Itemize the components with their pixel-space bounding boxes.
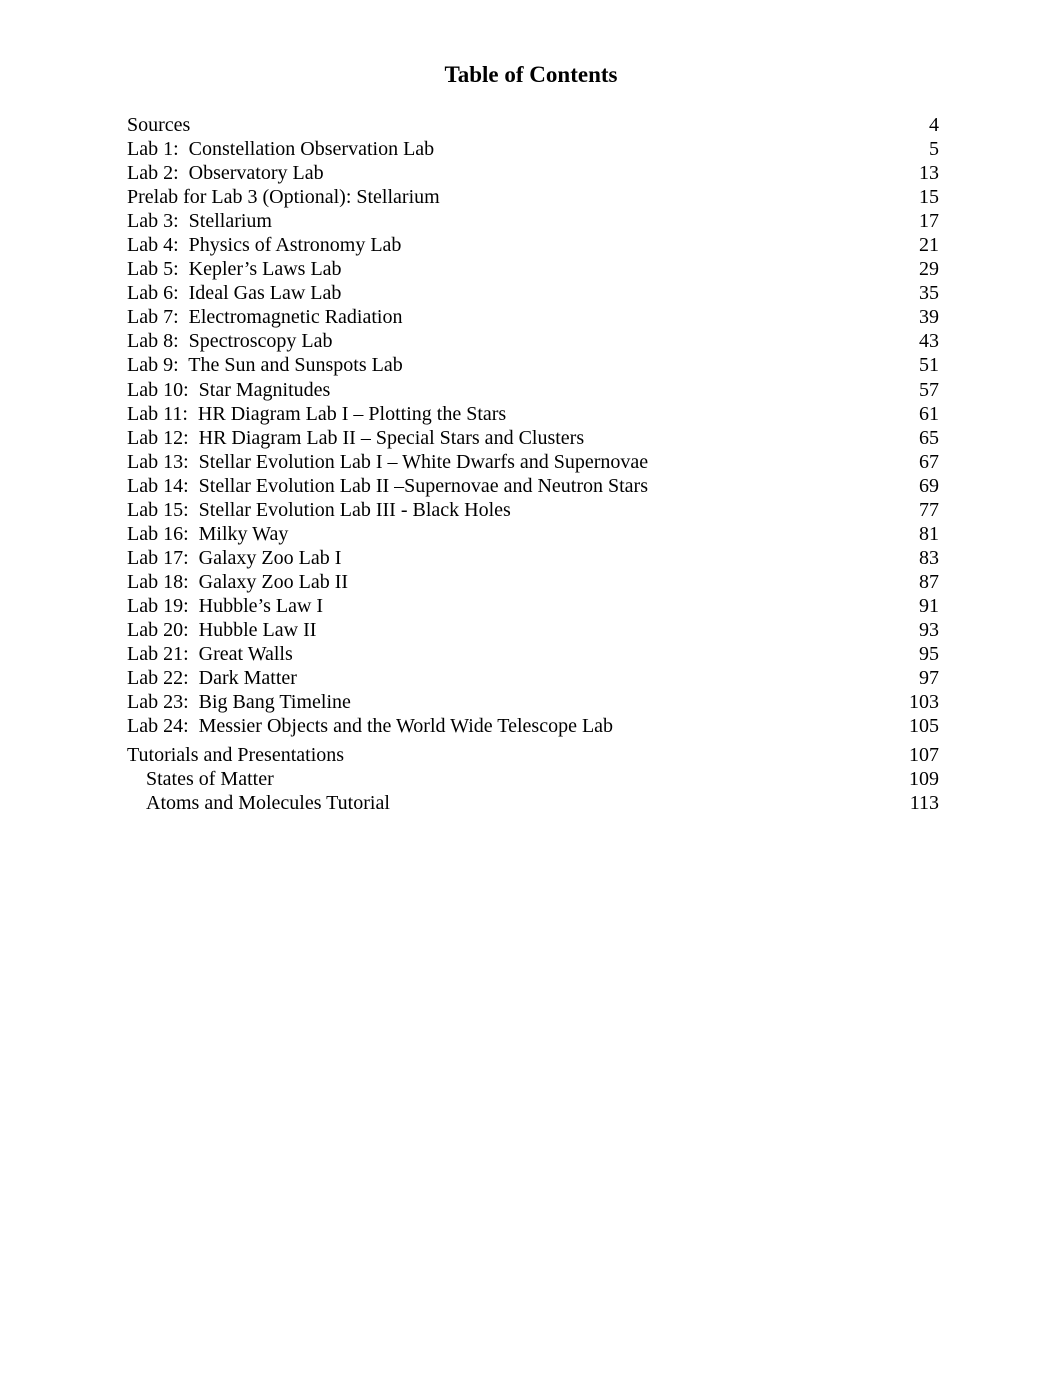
toc-entry-label: Lab 14: Stellar Evolution Lab II –Supern… bbox=[127, 474, 648, 497]
toc-entry-page: 21 bbox=[919, 234, 939, 257]
toc-entry-label: Lab 10: Star Magnitudes bbox=[127, 378, 331, 401]
toc-entry-page: 91 bbox=[919, 594, 939, 617]
toc-entry-page: 95 bbox=[919, 643, 939, 666]
toc-entry-page: 13 bbox=[919, 162, 939, 185]
toc-entry-label: Lab 17: Galaxy Zoo Lab I bbox=[127, 546, 342, 569]
toc-entry-lab-13[interactable]: Lab 13: Stellar Evolution Lab I – White … bbox=[127, 450, 939, 474]
toc-entry-page: 67 bbox=[919, 450, 939, 473]
toc-entry-label: Lab 5: Kepler’s Laws Lab bbox=[127, 258, 342, 281]
toc-entry-label: Lab 21: Great Walls bbox=[127, 643, 293, 666]
toc-entry-lab-22[interactable]: Lab 22: Dark Matter 97 bbox=[127, 666, 939, 690]
toc-entry-lab-14[interactable]: Lab 14: Stellar Evolution Lab II –Supern… bbox=[127, 474, 939, 498]
toc-entry-label: Prelab for Lab 3 (Optional): Stellarium bbox=[127, 186, 440, 209]
toc-entry-label: Lab 18: Galaxy Zoo Lab II bbox=[127, 570, 349, 593]
toc-entry-label: Lab 23: Big Bang Timeline bbox=[127, 691, 351, 714]
toc-entry-lab-20[interactable]: Lab 20: Hubble Law II 93 bbox=[127, 618, 939, 642]
toc-entry-label: Atoms and Molecules Tutorial bbox=[146, 792, 390, 815]
toc-entry-lab-15[interactable]: Lab 15: Stellar Evolution Lab III - Blac… bbox=[127, 498, 939, 522]
toc-entry-page: 65 bbox=[919, 426, 939, 449]
toc-entry-lab-18[interactable]: Lab 18: Galaxy Zoo Lab II 87 bbox=[127, 570, 939, 594]
toc-entry-label: Lab 1: Constellation Observation Lab bbox=[127, 138, 435, 161]
toc-entry-lab-10[interactable]: Lab 10: Star Magnitudes 57 bbox=[127, 378, 939, 402]
toc-entry-label: Lab 9: The Sun and Sunspots Lab bbox=[127, 354, 403, 377]
toc-entry-page: 83 bbox=[919, 546, 939, 569]
table-of-contents: Sources 4 Lab 1: Constellation Observatio… bbox=[127, 113, 939, 815]
toc-entry-lab-11[interactable]: Lab 11: HR Diagram Lab I – Plotting the … bbox=[127, 402, 939, 426]
toc-entry-lab-5[interactable]: Lab 5: Kepler’s Laws Lab 29 bbox=[127, 257, 939, 281]
toc-entry-page: 5 bbox=[929, 138, 939, 161]
toc-entry-label: Tutorials and Presentations bbox=[127, 744, 345, 767]
toc-entry-page: 61 bbox=[919, 402, 939, 425]
toc-entry-label: Lab 20: Hubble Law II bbox=[127, 618, 317, 641]
toc-entry-lab-6[interactable]: Lab 6: Ideal Gas Law Lab 35 bbox=[127, 281, 939, 305]
toc-entry-lab-21[interactable]: Lab 21: Great Walls 95 bbox=[127, 642, 939, 666]
toc-entry-lab-8[interactable]: Lab 8: Spectroscopy Lab 43 bbox=[127, 329, 939, 353]
toc-entry-page: 107 bbox=[909, 744, 939, 767]
toc-entry-lab-3[interactable]: Lab 3: Stellarium 17 bbox=[127, 209, 939, 233]
toc-entry-label: Lab 2: Observatory Lab bbox=[127, 162, 324, 185]
toc-entry-label: Lab 4: Physics of Astronomy Lab bbox=[127, 234, 402, 257]
page-title: Table of Contents bbox=[444, 62, 618, 87]
toc-entry-page: 51 bbox=[919, 354, 939, 377]
toc-entry-page: 97 bbox=[919, 667, 939, 690]
toc-entry-lab-19[interactable]: Lab 19: Hubble’s Law I 91 bbox=[127, 594, 939, 618]
toc-entry-page: 81 bbox=[919, 522, 939, 545]
toc-entry-label: Lab 8: Spectroscopy Lab bbox=[127, 330, 333, 353]
toc-entry-page: 93 bbox=[919, 618, 939, 641]
toc-entry-label: Lab 12: HR Diagram Lab II – Special Star… bbox=[127, 426, 585, 449]
toc-entry-lab-16[interactable]: Lab 16: Milky Way 81 bbox=[127, 522, 939, 546]
toc-entry-lab-23[interactable]: Lab 23: Big Bang Timeline 103 bbox=[127, 690, 939, 714]
toc-entry-lab-24[interactable]: Lab 24: Messier Objects and the World Wi… bbox=[127, 714, 939, 738]
toc-entry-label: Lab 19: Hubble’s Law I bbox=[127, 594, 324, 617]
toc-entry-prelab-3[interactable]: Prelab for Lab 3 (Optional): Stellarium 1… bbox=[127, 185, 939, 209]
toc-entry-sources[interactable]: Sources 4 bbox=[127, 113, 939, 137]
toc-entry-lab-17[interactable]: Lab 17: Galaxy Zoo Lab I 83 bbox=[127, 546, 939, 570]
toc-entry-tutorials[interactable]: Tutorials and Presentations 107 bbox=[127, 743, 939, 767]
toc-entry-label: Lab 24: Messier Objects and the World Wi… bbox=[127, 715, 614, 738]
toc-entry-label: States of Matter bbox=[146, 768, 274, 791]
toc-entry-page: 113 bbox=[909, 792, 939, 815]
toc-entry-label: Lab 3: Stellarium bbox=[127, 210, 272, 233]
toc-entry-page: 69 bbox=[919, 474, 939, 497]
toc-entry-page: 103 bbox=[909, 691, 939, 714]
toc-entry-lab-7[interactable]: Lab 7: Electromagnetic Radiation 39 bbox=[127, 305, 939, 329]
toc-entry-page: 39 bbox=[919, 306, 939, 329]
toc-entry-atoms-molecules[interactable]: Atoms and Molecules Tutorial 113 bbox=[127, 791, 939, 815]
toc-entry-lab-2[interactable]: Lab 2: Observatory Lab 13 bbox=[127, 161, 939, 185]
toc-entry-lab-12[interactable]: Lab 12: HR Diagram Lab II – Special Star… bbox=[127, 426, 939, 450]
toc-entry-lab-4[interactable]: Lab 4: Physics of Astronomy Lab 21 bbox=[127, 233, 939, 257]
toc-entry-page: 4 bbox=[929, 114, 939, 136]
toc-entry-label: Lab 7: Electromagnetic Radiation bbox=[127, 306, 403, 329]
toc-entry-page: 17 bbox=[919, 210, 939, 233]
toc-entry-page: 43 bbox=[919, 330, 939, 353]
toc-entry-label: Lab 16: Milky Way bbox=[127, 522, 289, 545]
toc-entry-page: 105 bbox=[909, 715, 939, 738]
toc-entry-states-of-matter[interactable]: States of Matter 109 bbox=[127, 767, 939, 791]
toc-entry-page: 15 bbox=[919, 186, 939, 209]
toc-entry-page: 109 bbox=[909, 768, 939, 791]
toc-entry-label: Lab 11: HR Diagram Lab I – Plotting the … bbox=[127, 402, 507, 425]
toc-entry-page: 57 bbox=[919, 378, 939, 401]
toc-entry-label: Lab 22: Dark Matter bbox=[127, 667, 297, 690]
toc-entry-page: 35 bbox=[919, 282, 939, 305]
toc-entry-label: Sources bbox=[127, 114, 191, 136]
toc-entry-page: 77 bbox=[919, 498, 939, 521]
toc-entry-page: 29 bbox=[919, 258, 939, 281]
toc-entry-lab-1[interactable]: Lab 1: Constellation Observation Lab 5 bbox=[127, 137, 939, 161]
toc-entry-label: Lab 15: Stellar Evolution Lab III - Blac… bbox=[127, 498, 511, 521]
toc-entry-label: Lab 13: Stellar Evolution Lab I – White … bbox=[127, 450, 649, 473]
toc-entry-page: 87 bbox=[919, 570, 939, 593]
toc-entry-label: Lab 6: Ideal Gas Law Lab bbox=[127, 282, 342, 305]
toc-entry-lab-9[interactable]: Lab 9: The Sun and Sunspots Lab 51 bbox=[127, 353, 939, 377]
